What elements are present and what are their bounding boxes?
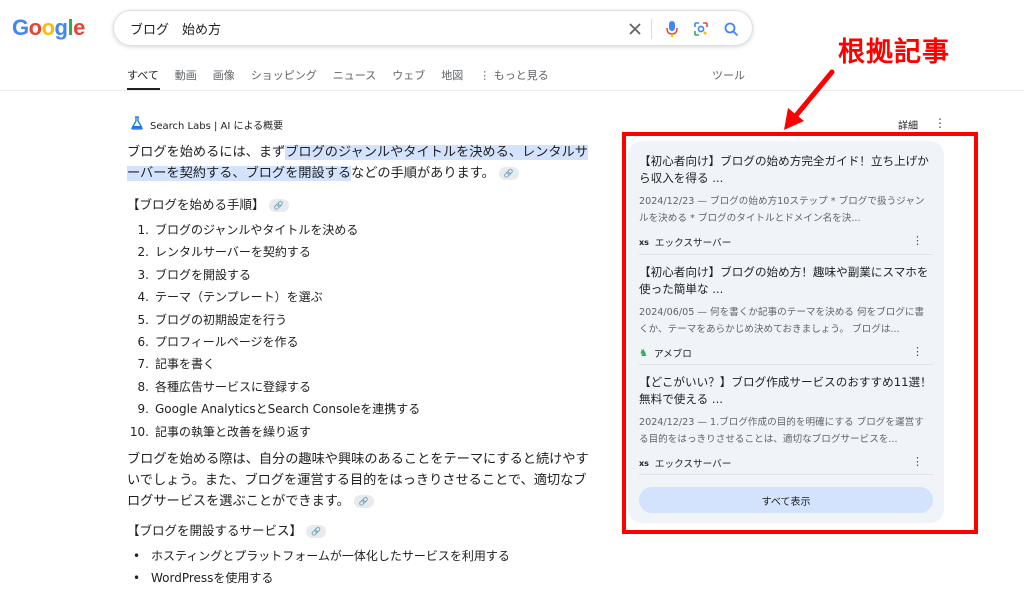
source-card[interactable]: 【初心者向け】ブログの始め方完全ガイド！立ち上げから収入を得る ... 2024… bbox=[639, 153, 933, 249]
source-title[interactable]: 【初心者向け】ブログの始め方完全ガイド！立ち上げから収入を得る ... bbox=[639, 153, 933, 187]
source-site-name: エックスサーバー bbox=[654, 238, 732, 249]
step-text: 各種広告サービスに登録する bbox=[155, 379, 312, 394]
more-options-icon[interactable]: ⋮ bbox=[912, 345, 923, 358]
list-item: 2. レンタルサーバーを契約する bbox=[127, 241, 597, 263]
tab-shopping[interactable]: ショッピング bbox=[251, 64, 317, 90]
source-site: xs エックスサーバー ⋮ bbox=[639, 455, 933, 470]
steps-heading: 【ブログを始める手順】 🔗 bbox=[127, 194, 597, 215]
source-site: ♞ アメブロ ⋮ bbox=[639, 345, 933, 360]
divider bbox=[651, 19, 652, 39]
tab-news[interactable]: ニュース bbox=[333, 64, 376, 90]
more-options-icon[interactable]: ⋮ bbox=[912, 455, 923, 468]
steps-list: 1. ブログのジャンルやタイトルを決める 2. レンタルサーバーを契約する 3. ブロ… bbox=[127, 219, 597, 443]
ai-overview-header: Search Labs | AI による概要 bbox=[130, 116, 283, 133]
link-icon[interactable]: 🔗 bbox=[306, 525, 327, 539]
show-all-button[interactable]: すべて表示 bbox=[639, 487, 933, 513]
source-card[interactable]: 【どこがいい？】ブログ作成サービスのおすすめ11選！無料で使える ... 202… bbox=[639, 374, 933, 470]
tab-videos[interactable]: 動画 bbox=[175, 64, 197, 90]
tab-more[interactable]: ⋮ もっと見る bbox=[479, 64, 549, 90]
list-item: 8. 各種広告サービスに登録する bbox=[127, 376, 597, 398]
flask-icon bbox=[130, 116, 144, 133]
step-text: レンタルサーバーを契約する bbox=[155, 245, 311, 260]
tools-button[interactable]: ツール bbox=[712, 67, 745, 83]
tab-maps[interactable]: 地図 bbox=[441, 64, 463, 90]
list-item: 10. 記事の執筆と改善を繰り返す bbox=[127, 421, 597, 443]
more-options-icon[interactable]: ⋮ bbox=[912, 234, 923, 247]
logo-letter: g bbox=[54, 15, 68, 40]
source-title[interactable]: 【どこがいい？】ブログ作成サービスのおすすめ11選！無料で使える ... bbox=[639, 374, 933, 408]
source-snippet: 2024/06/05 — 何を書くか記事のテーマを決める 何をブログに書くか、テ… bbox=[639, 307, 925, 335]
link-icon[interactable]: 🔗 bbox=[498, 166, 519, 180]
search-box[interactable]: ブログ 始め方 bbox=[113, 10, 753, 46]
logo-letter: G bbox=[12, 15, 29, 40]
list-item: WordPressを使用する bbox=[127, 567, 597, 589]
divider bbox=[639, 254, 933, 255]
details-link[interactable]: 詳細 bbox=[898, 117, 918, 132]
list-item: ホスティングとプラットフォームが一体化したサービスを利用する bbox=[127, 545, 597, 567]
services-heading-text: 【ブログを開設するサービス】 bbox=[127, 523, 303, 539]
sources-panel: 【初心者向け】ブログの始め方完全ガイド！立ち上げから収入を得る ... 2024… bbox=[628, 141, 944, 523]
list-item: 4. テーマ（テンプレート）を選ぶ bbox=[127, 286, 597, 308]
annotation-label: 根拠記事 bbox=[838, 37, 950, 68]
search-tabs: すべて 動画 画像 ショッピング ニュース ウェブ 地図 ⋮ もっと見る bbox=[127, 64, 565, 90]
source-site: xs エックスサーバー ⋮ bbox=[639, 234, 933, 249]
logo-letter: o bbox=[41, 15, 55, 40]
step-text: ブログの初期設定を行う bbox=[155, 312, 288, 327]
divider bbox=[639, 364, 933, 365]
list-item: 6. プロフィールページを作る bbox=[127, 331, 597, 353]
close-icon[interactable] bbox=[624, 18, 646, 40]
tab-web[interactable]: ウェブ bbox=[392, 64, 425, 90]
link-icon[interactable]: 🔗 bbox=[268, 199, 289, 212]
services-heading: 【ブログを開設するサービス】 🔗 bbox=[127, 520, 597, 541]
link-icon[interactable]: 🔗 bbox=[353, 494, 374, 508]
xserver-favicon-icon: xs bbox=[639, 237, 649, 247]
step-text: ブログのジャンルやタイトルを決める bbox=[155, 223, 359, 237]
list-item: 5. ブログの初期設定を行う bbox=[127, 309, 597, 331]
steps-heading-text: 【ブログを始める手順】 bbox=[127, 197, 265, 212]
source-site-name: アメブロ bbox=[653, 349, 692, 360]
search-icon[interactable] bbox=[720, 18, 742, 40]
mic-icon[interactable] bbox=[661, 18, 683, 40]
tab-images[interactable]: 画像 bbox=[213, 64, 235, 90]
source-title[interactable]: 【初心者向け】ブログの始め方！趣味や副業にスマホを使った簡単な ... bbox=[639, 264, 933, 298]
intro-paragraph: ブログを始めるには、まずブログのジャンルやタイトルを決める、レンタルサーバーを契… bbox=[127, 142, 597, 184]
services-list: ホスティングとプラットフォームが一体化したサービスを利用する WordPress… bbox=[127, 545, 597, 589]
step-text: プロフィールページを作る bbox=[155, 335, 299, 350]
step-text: Google AnalyticsとSearch Consoleを連携する bbox=[155, 402, 421, 417]
ai-overview-body: ブログを始めるには、まずブログのジャンルやタイトルを決める、レンタルサーバーを契… bbox=[127, 142, 597, 589]
summary-paragraph: ブログを始める際は、自分の趣味や興味のあることをテーマにすると続けやすいでしょう… bbox=[127, 449, 597, 512]
step-text: 記事の執筆と改善を繰り返す bbox=[155, 424, 312, 439]
logo-letter: o bbox=[28, 15, 42, 40]
step-text: テーマ（テンプレート）を選ぶ bbox=[155, 290, 323, 305]
intro-text-end: などの手順があります。 bbox=[351, 166, 495, 181]
ai-overview-label: Search Labs | AI による概要 bbox=[150, 121, 284, 132]
header-divider bbox=[0, 90, 1024, 91]
google-logo[interactable]: Google bbox=[12, 15, 85, 41]
ameba-favicon-icon: ♞ bbox=[639, 347, 648, 359]
source-snippet: 2024/12/23 — 1.ブログ作成の目的を明確にする ブログを運営する目的… bbox=[639, 417, 924, 445]
list-item: 3. ブログを開設する bbox=[127, 264, 597, 286]
lens-icon[interactable] bbox=[690, 18, 712, 40]
divider bbox=[639, 474, 933, 475]
list-item: 7. 記事を書く bbox=[127, 353, 597, 375]
step-text: ブログを開設する bbox=[155, 267, 252, 282]
annotation-arrow-icon bbox=[784, 69, 835, 130]
source-snippet: 2024/12/23 — ブログの始め方10ステップ * ブログで扱うジャンルを… bbox=[639, 196, 925, 224]
more-options-icon[interactable]: ⋮ bbox=[934, 116, 946, 130]
intro-text: ブログを始めるには、まず bbox=[127, 145, 286, 160]
list-item: 9. Google AnalyticsとSearch Consoleを連携する bbox=[127, 398, 597, 420]
xserver-favicon-icon: xs bbox=[639, 458, 649, 468]
list-item: 1. ブログのジャンルやタイトルを決める bbox=[127, 219, 597, 241]
logo-letter: e bbox=[73, 15, 85, 40]
step-text: 記事を書く bbox=[155, 357, 216, 372]
source-site-name: エックスサーバー bbox=[654, 459, 732, 470]
search-input[interactable]: ブログ 始め方 bbox=[130, 19, 221, 38]
source-card[interactable]: 【初心者向け】ブログの始め方！趣味や副業にスマホを使った簡単な ... 2024… bbox=[639, 264, 933, 360]
tab-all[interactable]: すべて bbox=[127, 64, 159, 90]
